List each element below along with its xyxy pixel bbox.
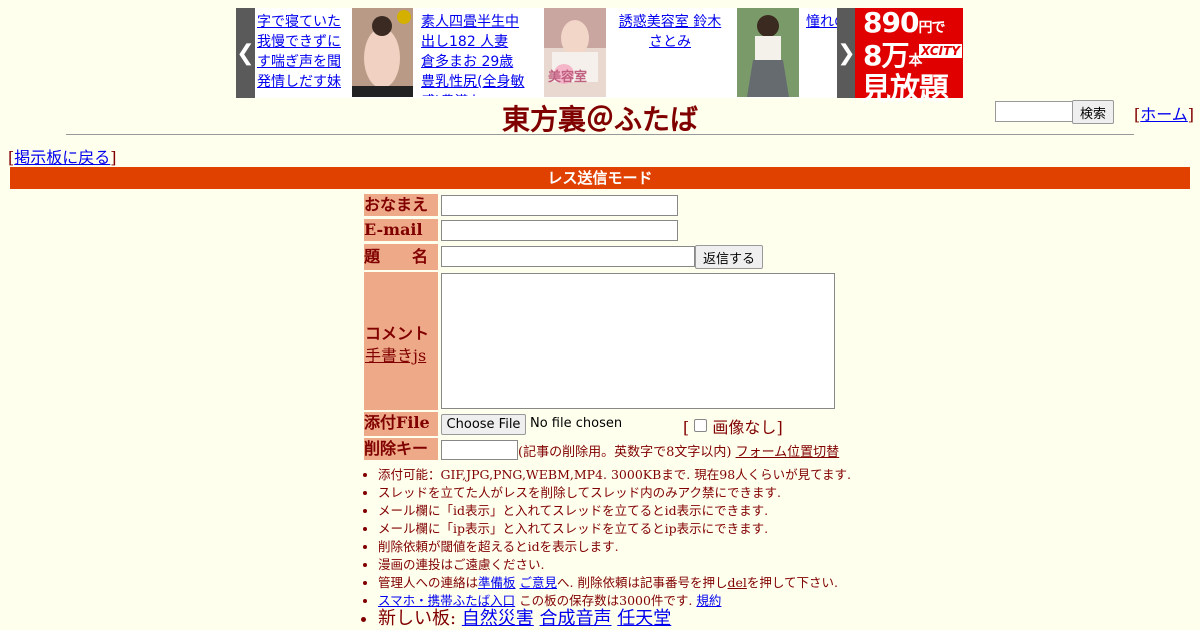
choose-file-button[interactable]: Choose File xyxy=(441,414,526,435)
tegaki-link[interactable]: 手書きjs xyxy=(365,342,426,366)
delete-key-hint: (記事の削除用。英数字で8文字以内) フォーム位置切替 xyxy=(518,441,839,460)
delete-key-input[interactable] xyxy=(441,440,518,460)
ad-item-2-thumbnail[interactable] xyxy=(352,8,413,97)
ad-brand-logo: XCITY xyxy=(919,44,962,58)
delete-key-label: 削除キー xyxy=(364,438,438,460)
mobile-entrance-link[interactable]: スマホ・携帯ふたば入口 xyxy=(378,593,515,608)
comment-textarea[interactable] xyxy=(441,273,835,409)
storage-text: この板の保存数は3000件です. xyxy=(515,593,693,608)
subject-label: 題 名 xyxy=(364,244,438,270)
back-to-board-link[interactable]: 掲示板に戻る xyxy=(14,148,110,167)
ad-xcity-banner[interactable]: 890円で 8万本 XCITY 見放題 xyxy=(855,6,963,107)
rule-item: スレッドを立てた人がレスを削除してスレッド内のみアク禁にできます. xyxy=(378,484,851,502)
ad-item-4-thumbnail[interactable] xyxy=(737,8,799,97)
email-label: E-mail xyxy=(364,219,438,241)
reply-mode-bar: レス送信モード xyxy=(10,167,1190,189)
email-input[interactable] xyxy=(441,220,678,241)
no-image-label: 画像なし xyxy=(712,418,777,437)
ad-price-unit: 円で xyxy=(918,20,945,36)
rule-item: 添付可能：GIF,JPG,PNG,WEBM,MP4. 3000KBまで. 現在9… xyxy=(378,466,851,484)
contact-text-mid: へ. 削除依頼は記事番号を押し xyxy=(557,575,728,590)
ad-item-2-text[interactable]: 素人四畳半生中出し182 人妻 倉多まお 29歳 豊乳性尻(全身敏感)豊満な xyxy=(421,12,525,96)
file-label: 添付File xyxy=(364,412,438,436)
ad-item-3-thumbnail[interactable]: 美容室 xyxy=(544,8,606,97)
new-board-link-disaster[interactable]: 自然災害 xyxy=(462,608,534,629)
name-input[interactable] xyxy=(441,195,678,216)
rules-list: 添付可能：GIF,JPG,PNG,WEBM,MP4. 3000KBまで. 現在9… xyxy=(362,466,851,628)
home-link[interactable]: ホーム xyxy=(1140,105,1188,124)
del-link[interactable]: del xyxy=(727,575,746,590)
ad-item-1-text[interactable]: 字で寝ていた我慢できずにす喘ぎ声を聞発情しだす妹 xyxy=(257,12,345,96)
ad-banner[interactable]: ❮ 字で寝ていた我慢できずにす喘ぎ声を聞発情しだす妹 素人四畳半生中出し182 … xyxy=(236,6,963,107)
opinion-link[interactable]: ご意見 xyxy=(520,575,558,590)
rule-item: メール欄に「id表示」と入れてスレッドを立てるとid表示にできます. xyxy=(378,502,851,520)
ad-next-arrow-icon[interactable]: ❯ xyxy=(837,8,856,98)
no-image-option: [ 画像なし] xyxy=(683,418,783,437)
search-input[interactable] xyxy=(995,101,1073,122)
rule-item: メール欄に「ip表示」と入れてスレッドを立てるとip表示にできます. xyxy=(378,520,851,538)
new-board-link-synth-voice[interactable]: 合成音声 xyxy=(540,608,612,629)
new-board-link-nintendo[interactable]: 任天堂 xyxy=(617,608,671,629)
search-button[interactable]: 検索 xyxy=(1072,100,1114,124)
ad-item-5-text[interactable]: 憧れの xyxy=(806,12,837,96)
name-label: おなまえ xyxy=(364,194,438,216)
terms-link[interactable]: 規約 xyxy=(696,593,721,608)
comment-label-cell: コメント 手書きjs xyxy=(364,272,438,410)
subject-input[interactable] xyxy=(441,246,695,267)
contact-text-end: を押して下さい. xyxy=(746,575,838,590)
divider xyxy=(66,134,1134,135)
submit-reply-button[interactable]: 返信する xyxy=(695,245,763,269)
ad-item-3-text[interactable]: 誘惑美容室 鈴木さとみ xyxy=(612,12,728,96)
no-image-checkbox[interactable] xyxy=(694,419,708,432)
rule-item: 漫画の連投はご遠慮ください. xyxy=(378,556,851,574)
form-position-toggle-link[interactable]: フォーム位置切替 xyxy=(736,445,840,460)
home-link-wrapper: [ホーム] xyxy=(1134,105,1195,124)
rule-item-contact: 管理人への連絡は準備板 ご意見へ. 削除依頼は記事番号を押しdelを押して下さい… xyxy=(378,574,851,592)
junbi-board-link[interactable]: 準備板 xyxy=(478,575,516,590)
ad-prev-arrow-icon[interactable]: ❮ xyxy=(236,8,255,98)
file-status: No file chosen xyxy=(530,416,623,431)
rule-item: 削除依頼が閾値を超えるとidを表示します. xyxy=(378,538,851,556)
ad-item-3-thumb-caption: 美容室 xyxy=(548,70,588,85)
new-boards-label: 新しい板: xyxy=(378,608,462,629)
delete-key-hint-text: (記事の削除用。英数字で8文字以内) xyxy=(518,445,732,460)
contact-text: 管理人への連絡は xyxy=(378,575,479,590)
back-link-wrapper: [掲示板に戻る] xyxy=(8,148,117,167)
new-boards-item: 新しい板: 自然災害 合成音声 任天堂 xyxy=(378,610,851,628)
comment-label: コメント xyxy=(365,324,430,343)
